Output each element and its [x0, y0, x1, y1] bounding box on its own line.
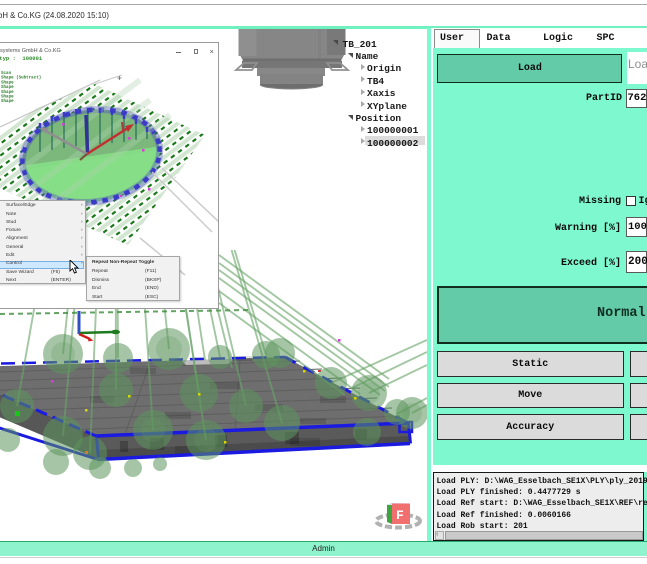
svg-text:F: F — [396, 508, 404, 523]
svg-text:· Shape: · Shape — [0, 99, 14, 104]
svg-text:· Shape: · Shape — [0, 80, 14, 85]
svg-text:btyp : 100001: btyp : 100001 — [0, 55, 43, 62]
svg-text:· Shape (Subtract): · Shape (Subtract) — [0, 76, 41, 81]
svg-text:· Shape: · Shape — [0, 90, 14, 95]
svg-text:· Scan: · Scan — [0, 72, 12, 76]
svg-text:· Shape: · Shape — [0, 95, 14, 100]
svg-text:· Shape: · Shape — [0, 85, 14, 90]
